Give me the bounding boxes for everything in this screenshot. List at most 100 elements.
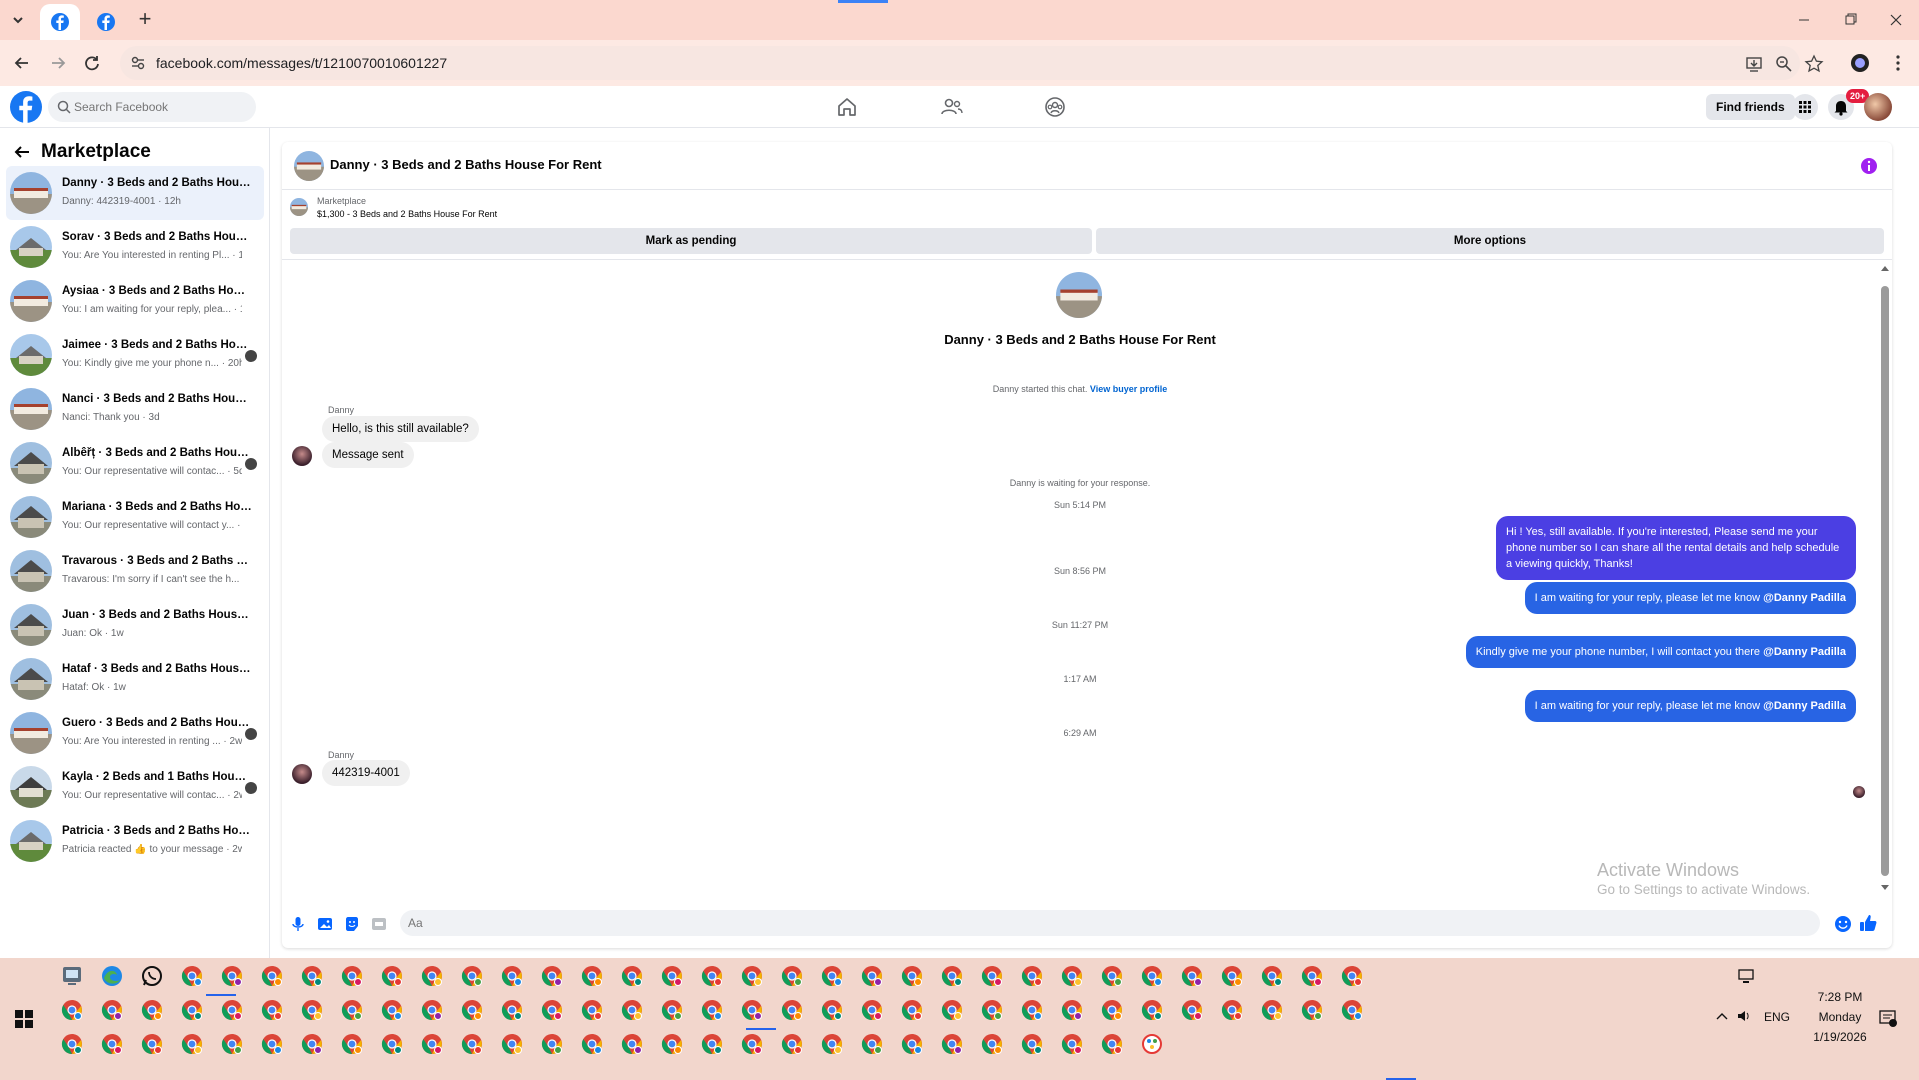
listing-hero-image[interactable] [1056, 272, 1102, 318]
chrome-profile-icon[interactable] [940, 998, 964, 1022]
language-indicator[interactable]: ENG [1762, 1010, 1792, 1024]
chrome-profile-icon[interactable] [700, 998, 724, 1022]
chrome-profile-icon[interactable] [900, 1032, 924, 1056]
chrome-profile-icon[interactable] [380, 964, 404, 988]
chrome-profile-icon[interactable] [300, 964, 324, 988]
chrome-profile-icon[interactable] [660, 1032, 684, 1056]
volume-icon[interactable] [1736, 1008, 1752, 1024]
emoji-icon[interactable] [1834, 915, 1852, 933]
facebook-logo-icon[interactable] [10, 91, 42, 123]
notification-center-icon[interactable] [1878, 1008, 1898, 1028]
minimize-button[interactable] [1784, 8, 1824, 32]
chrome-profile-icon[interactable] [500, 1032, 524, 1056]
scrollbar-thumb[interactable] [1881, 286, 1889, 876]
chrome-profile-icon[interactable] [1300, 998, 1324, 1022]
chrome-profile-icon[interactable] [940, 1032, 964, 1056]
chrome-profile-icon[interactable] [860, 998, 884, 1022]
chrome-profile-icon[interactable] [340, 998, 364, 1022]
microphone-icon[interactable] [290, 916, 306, 932]
chrome-profile-icon[interactable] [180, 998, 204, 1022]
chrome-profile-icon[interactable] [380, 998, 404, 1022]
chrome-profile-icon[interactable] [900, 964, 924, 988]
chrome-profile-icon[interactable] [1100, 1032, 1124, 1056]
chrome-profile-icon[interactable] [540, 964, 564, 988]
mark-as-pending-button[interactable]: Mark as pending [290, 228, 1092, 254]
chrome-profile-icon[interactable] [820, 998, 844, 1022]
chrome-profile-icon[interactable] [900, 998, 924, 1022]
chrome-profile-icon[interactable] [1260, 998, 1284, 1022]
install-app-icon[interactable] [1744, 54, 1764, 74]
chrome-profile-icon[interactable] [1100, 998, 1124, 1022]
account-avatar[interactable] [1864, 93, 1892, 121]
message-input[interactable] [400, 910, 1820, 936]
clock-day[interactable]: Monday [1800, 1010, 1880, 1024]
chrome-profile-icon[interactable] [140, 1032, 164, 1056]
chrome-profile-icon[interactable] [220, 1032, 244, 1056]
clock-date[interactable]: 1/19/2026 [1800, 1030, 1880, 1044]
chrome-profile-icon[interactable] [980, 998, 1004, 1022]
chrome-profile-icon[interactable] [580, 964, 604, 988]
incoming-message[interactable]: 442319-4001 [322, 760, 410, 786]
chrome-profile-icon[interactable] [100, 1032, 124, 1056]
view-buyer-profile-link[interactable]: View buyer profile [1090, 384, 1167, 394]
listing-small-thumbnail[interactable] [290, 198, 308, 216]
paint-app-icon[interactable] [1140, 1032, 1164, 1056]
chrome-profile-icon[interactable] [1260, 964, 1284, 988]
chrome-profile-icon[interactable] [620, 998, 644, 1022]
chrome-profile-icon[interactable] [980, 964, 1004, 988]
reload-icon[interactable] [80, 51, 104, 75]
chrome-profile-icon[interactable] [1020, 964, 1044, 988]
listing-title[interactable]: $1,300 - 3 Beds and 2 Baths House For Re… [317, 209, 497, 219]
incoming-message[interactable]: Hello, is this still available? [322, 416, 479, 442]
conversation-item[interactable]: Âlbêřț · 3 Beds and 2 Baths House For Re… [6, 436, 264, 490]
url-text[interactable]: facebook.com/messages/t/1210070010601227 [156, 55, 447, 71]
browser-tab-messenger[interactable] [40, 4, 80, 40]
chrome-profile-icon[interactable] [1180, 964, 1204, 988]
chrome-profile-icon[interactable] [1020, 998, 1044, 1022]
chrome-profile-icon[interactable] [300, 998, 324, 1022]
tray-device-icon[interactable] [1736, 966, 1756, 986]
outgoing-message[interactable]: I am waiting for your reply, please let … [1524, 582, 1856, 614]
mention[interactable]: @Danny Padilla [1763, 646, 1846, 658]
edge-browser-icon[interactable] [100, 964, 124, 988]
chrome-profile-icon[interactable] [620, 964, 644, 988]
site-settings-icon[interactable] [130, 55, 146, 71]
conversation-item[interactable]: Hataf · 3 Beds and 2 Baths House For Ren… [6, 652, 264, 706]
chrome-profile-icon[interactable] [260, 1032, 284, 1056]
chrome-profile-icon[interactable] [700, 964, 724, 988]
gif-icon[interactable] [371, 916, 387, 932]
chrome-profile-icon[interactable] [740, 964, 764, 988]
chat-title[interactable]: Danny · 3 Beds and 2 Baths House For Ren… [330, 157, 602, 172]
windows-start-icon[interactable] [14, 1009, 34, 1029]
home-icon[interactable] [834, 94, 860, 120]
more-options-button[interactable]: More options [1096, 228, 1884, 254]
chrome-profile-icon[interactable] [220, 998, 244, 1022]
conversation-item[interactable]: Patricia · 3 Beds and 2 Baths House For … [6, 814, 264, 868]
restore-button[interactable] [1830, 8, 1870, 32]
chrome-profile-icon[interactable] [660, 998, 684, 1022]
close-window-button[interactable] [1876, 8, 1916, 32]
chrome-profile-icon[interactable] [260, 998, 284, 1022]
chrome-profile-icon[interactable] [860, 1032, 884, 1056]
chrome-profile-icon[interactable] [860, 964, 884, 988]
chrome-profile-icon[interactable] [1100, 964, 1124, 988]
chrome-profile-icon[interactable] [140, 998, 164, 1022]
mention[interactable]: @Danny Padilla [1763, 592, 1846, 604]
chrome-profile-icon[interactable] [780, 964, 804, 988]
chrome-profile-icon[interactable] [300, 1032, 324, 1056]
conversation-item[interactable]: Aysiaa · 3 Beds and 2 Baths House For Re… [6, 274, 264, 328]
chrome-profile-icon[interactable] [420, 1032, 444, 1056]
friends-icon[interactable] [939, 94, 965, 120]
sticker-icon[interactable] [344, 916, 360, 932]
chrome-profile-icon[interactable] [1140, 964, 1164, 988]
chrome-profile-icon[interactable] [580, 998, 604, 1022]
conversation-item[interactable]: Travarous · 3 Beds and 2 Baths House For… [6, 544, 264, 598]
chrome-profile-icon[interactable] [780, 998, 804, 1022]
chrome-profile-icon[interactable] [620, 1032, 644, 1056]
outgoing-message[interactable]: I am waiting for your reply, please let … [1524, 690, 1856, 722]
sender-avatar[interactable] [292, 764, 312, 784]
chrome-profile-icon[interactable] [1060, 964, 1084, 988]
chrome-profile-icon[interactable] [500, 964, 524, 988]
chrome-profile-icon[interactable] [180, 1032, 204, 1056]
chrome-profile-icon[interactable] [60, 1032, 84, 1056]
